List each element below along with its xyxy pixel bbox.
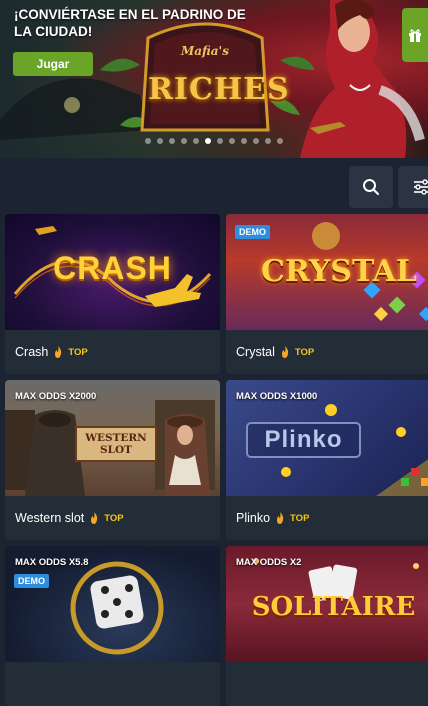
max-odds-badge: MAX ODDS X2: [236, 557, 302, 568]
game-card-solitaire[interactable]: SOLITAIRE MAX ODDS X2: [226, 546, 428, 706]
carousel-dot[interactable]: [145, 138, 151, 144]
fire-icon: [91, 512, 98, 524]
game-thumbnail: MAX ODDS X5.8 DEMO: [5, 546, 220, 662]
game-thumbnail: SOLITAIRE MAX ODDS X2: [226, 546, 428, 662]
top-badge: TOP: [68, 346, 88, 358]
demo-badge: DEMO: [235, 225, 270, 239]
fire-icon: [277, 512, 284, 524]
game-thumb-title: Plinko: [246, 422, 361, 458]
game-card-western-slot[interactable]: WESTERN SLOT MAX ODDS X2000 Western slot…: [5, 380, 220, 540]
carousel-dots: [0, 138, 428, 144]
max-odds-badge: MAX ODDS X2000: [15, 391, 97, 402]
banner-title: ¡CONVIÉRTASE EN EL PADRINO DE LA CIUDAD!: [14, 7, 246, 39]
carousel-dot[interactable]: [253, 138, 259, 144]
top-badge: TOP: [104, 512, 124, 524]
carousel-dot[interactable]: [181, 138, 187, 144]
game-footer: Crystal TOP: [226, 330, 428, 374]
game-card-crystal[interactable]: CRYSTAL DEMO Crystal TOP: [226, 214, 428, 374]
carousel-dot[interactable]: [193, 138, 199, 144]
game-card-crash[interactable]: CRASH Crash TOP: [5, 214, 220, 374]
demo-badge: DEMO: [14, 574, 49, 588]
carousel-dot[interactable]: [229, 138, 235, 144]
gift-tab[interactable]: [402, 8, 428, 62]
search-icon: [363, 179, 379, 195]
game-name: Crystal: [236, 345, 275, 359]
game-thumb-title: WESTERN SLOT: [75, 426, 157, 462]
top-badge: TOP: [290, 512, 310, 524]
game-name: Crash: [15, 345, 49, 359]
game-thumbnail: WESTERN SLOT MAX ODDS X2000: [5, 380, 220, 496]
game-card-plinko[interactable]: Plinko MAX ODDS X1000 Plinko TOP: [226, 380, 428, 540]
fire-icon: [281, 346, 289, 358]
carousel-dot[interactable]: [217, 138, 223, 144]
game-thumb-title: CRYSTAL: [260, 254, 418, 289]
game-thumbnail: Plinko MAX ODDS X1000: [226, 380, 428, 496]
game-card-dice[interactable]: MAX ODDS X5.8 DEMO: [5, 546, 220, 706]
top-badge: TOP: [294, 346, 315, 358]
game-footer: Plinko TOP: [226, 496, 428, 540]
filter-icon: [414, 179, 428, 195]
carousel-dot[interactable]: [205, 138, 211, 144]
carousel-dot[interactable]: [265, 138, 271, 144]
banner-logo-top: Mafia's: [181, 44, 229, 58]
carousel-dot[interactable]: [157, 138, 163, 144]
game-thumb-title: SOLITAIRE: [251, 592, 416, 622]
max-odds-badge: MAX ODDS X5.8: [15, 557, 89, 568]
game-thumb-title: CRASH: [53, 250, 172, 286]
promo-banner[interactable]: Mafia's RICHES ¡CONVIÉRTASE EN EL PADRIN…: [0, 0, 428, 158]
game-footer: Crash TOP: [5, 330, 220, 374]
fire-icon: [55, 346, 62, 358]
search-button[interactable]: [349, 166, 393, 208]
banner-logo-main: RICHES: [148, 72, 290, 107]
carousel-dot[interactable]: [241, 138, 247, 144]
game-footer: Western slot TOP: [5, 496, 220, 540]
filter-button[interactable]: [398, 166, 428, 208]
game-thumbnail: CRYSTAL DEMO: [226, 214, 428, 330]
carousel-dot[interactable]: [169, 138, 175, 144]
play-button[interactable]: Jugar: [13, 52, 93, 76]
game-name: Plinko: [236, 511, 271, 525]
max-odds-badge: MAX ODDS X1000: [236, 391, 318, 402]
gift-icon: [409, 29, 421, 42]
toolbar: [0, 158, 428, 214]
game-thumbnail: CRASH: [5, 214, 220, 330]
carousel-dot[interactable]: [277, 138, 283, 144]
game-name: Western slot: [15, 511, 85, 525]
